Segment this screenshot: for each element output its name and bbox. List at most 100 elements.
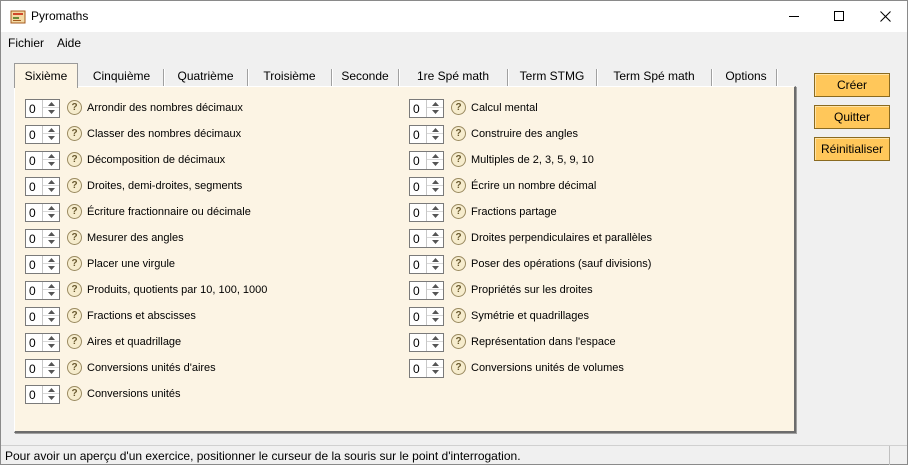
- spin-up-button[interactable]: [427, 178, 443, 186]
- help-question-icon[interactable]: ?: [451, 230, 466, 245]
- help-question-icon[interactable]: ?: [451, 178, 466, 193]
- spin-up-button[interactable]: [43, 152, 59, 160]
- spin-up-button[interactable]: [427, 282, 443, 290]
- spin-up-button[interactable]: [43, 126, 59, 134]
- exercise-count-spinbox[interactable]: 0: [409, 229, 444, 248]
- spin-down-button[interactable]: [43, 134, 59, 142]
- help-question-icon[interactable]: ?: [451, 256, 466, 271]
- spin-down-button[interactable]: [43, 264, 59, 272]
- tab-premiere-spe-math[interactable]: 1re Spé math: [403, 67, 503, 87]
- exercise-count-spinbox[interactable]: 0: [25, 229, 60, 248]
- create-button[interactable]: Créer: [814, 73, 890, 97]
- tab-troisieme[interactable]: Troisième: [252, 67, 327, 87]
- exercise-count-spinbox[interactable]: 0: [25, 255, 60, 274]
- help-question-icon[interactable]: ?: [67, 230, 82, 245]
- exercise-count-spinbox[interactable]: 0: [409, 99, 444, 118]
- spin-up-button[interactable]: [427, 360, 443, 368]
- spin-down-button[interactable]: [427, 212, 443, 220]
- exercise-count-spinbox[interactable]: 0: [409, 307, 444, 326]
- close-button[interactable]: [862, 1, 908, 32]
- spin-up-button[interactable]: [427, 100, 443, 108]
- reset-button[interactable]: Réinitialiser: [814, 137, 890, 161]
- menu-aide[interactable]: Aide: [57, 36, 81, 50]
- exercise-count-spinbox[interactable]: 0: [25, 333, 60, 352]
- spin-up-button[interactable]: [427, 204, 443, 212]
- exercise-count-spinbox[interactable]: 0: [409, 255, 444, 274]
- exercise-count-spinbox[interactable]: 0: [25, 177, 60, 196]
- help-question-icon[interactable]: ?: [67, 334, 82, 349]
- exercise-count-spinbox[interactable]: 0: [25, 307, 60, 326]
- exercise-count-spinbox[interactable]: 0: [25, 359, 60, 378]
- spin-up-button[interactable]: [43, 360, 59, 368]
- exercise-count-spinbox[interactable]: 0: [409, 203, 444, 222]
- spin-down-button[interactable]: [427, 290, 443, 298]
- spin-up-button[interactable]: [427, 256, 443, 264]
- spin-up-button[interactable]: [43, 256, 59, 264]
- spin-down-button[interactable]: [427, 368, 443, 376]
- spin-down-button[interactable]: [427, 342, 443, 350]
- spin-down-button[interactable]: [43, 186, 59, 194]
- spin-down-button[interactable]: [427, 186, 443, 194]
- help-question-icon[interactable]: ?: [451, 282, 466, 297]
- spin-down-button[interactable]: [43, 316, 59, 324]
- help-question-icon[interactable]: ?: [451, 100, 466, 115]
- exercise-count-spinbox[interactable]: 0: [409, 177, 444, 196]
- help-question-icon[interactable]: ?: [67, 152, 82, 167]
- tab-quatrieme[interactable]: Quatrième: [168, 67, 243, 87]
- help-question-icon[interactable]: ?: [67, 386, 82, 401]
- tab-term-stmg[interactable]: Term STMG: [512, 67, 592, 87]
- help-question-icon[interactable]: ?: [451, 360, 466, 375]
- spin-up-button[interactable]: [427, 126, 443, 134]
- tab-seconde[interactable]: Seconde: [336, 67, 394, 87]
- help-question-icon[interactable]: ?: [451, 126, 466, 141]
- spin-down-button[interactable]: [43, 342, 59, 350]
- exercise-count-spinbox[interactable]: 0: [409, 125, 444, 144]
- spin-down-button[interactable]: [427, 264, 443, 272]
- exercise-count-spinbox[interactable]: 0: [409, 333, 444, 352]
- spin-up-button[interactable]: [43, 100, 59, 108]
- spin-down-button[interactable]: [43, 368, 59, 376]
- spin-down-button[interactable]: [43, 290, 59, 298]
- spin-up-button[interactable]: [43, 386, 59, 394]
- tab-sixieme[interactable]: Sixième: [14, 63, 78, 88]
- exercise-count-spinbox[interactable]: 0: [409, 281, 444, 300]
- help-question-icon[interactable]: ?: [67, 256, 82, 271]
- help-question-icon[interactable]: ?: [451, 152, 466, 167]
- spin-down-button[interactable]: [43, 238, 59, 246]
- spin-down-button[interactable]: [427, 238, 443, 246]
- quit-button[interactable]: Quitter: [814, 105, 890, 129]
- exercise-count-spinbox[interactable]: 0: [25, 203, 60, 222]
- help-question-icon[interactable]: ?: [67, 204, 82, 219]
- spin-up-button[interactable]: [43, 308, 59, 316]
- exercise-count-spinbox[interactable]: 0: [409, 151, 444, 170]
- spin-up-button[interactable]: [43, 334, 59, 342]
- spin-up-button[interactable]: [43, 230, 59, 238]
- spin-up-button[interactable]: [427, 334, 443, 342]
- spin-up-button[interactable]: [427, 152, 443, 160]
- spin-down-button[interactable]: [43, 108, 59, 116]
- spin-up-button[interactable]: [427, 230, 443, 238]
- spin-down-button[interactable]: [43, 394, 59, 402]
- spin-down-button[interactable]: [427, 316, 443, 324]
- exercise-count-spinbox[interactable]: 0: [25, 125, 60, 144]
- exercise-count-spinbox[interactable]: 0: [409, 359, 444, 378]
- spin-down-button[interactable]: [427, 160, 443, 168]
- help-question-icon[interactable]: ?: [67, 100, 82, 115]
- help-question-icon[interactable]: ?: [67, 126, 82, 141]
- help-question-icon[interactable]: ?: [451, 308, 466, 323]
- tab-cinquieme[interactable]: Cinquième: [84, 67, 159, 87]
- minimize-button[interactable]: [771, 1, 817, 32]
- exercise-count-spinbox[interactable]: 0: [25, 151, 60, 170]
- exercise-count-spinbox[interactable]: 0: [25, 99, 60, 118]
- tab-term-spe-math[interactable]: Term Spé math: [601, 67, 707, 87]
- help-question-icon[interactable]: ?: [451, 204, 466, 219]
- help-question-icon[interactable]: ?: [67, 282, 82, 297]
- help-question-icon[interactable]: ?: [451, 334, 466, 349]
- spin-up-button[interactable]: [43, 178, 59, 186]
- exercise-count-spinbox[interactable]: 0: [25, 385, 60, 404]
- exercise-count-spinbox[interactable]: 0: [25, 281, 60, 300]
- tab-options[interactable]: Options: [716, 67, 776, 87]
- help-question-icon[interactable]: ?: [67, 308, 82, 323]
- spin-down-button[interactable]: [427, 134, 443, 142]
- help-question-icon[interactable]: ?: [67, 178, 82, 193]
